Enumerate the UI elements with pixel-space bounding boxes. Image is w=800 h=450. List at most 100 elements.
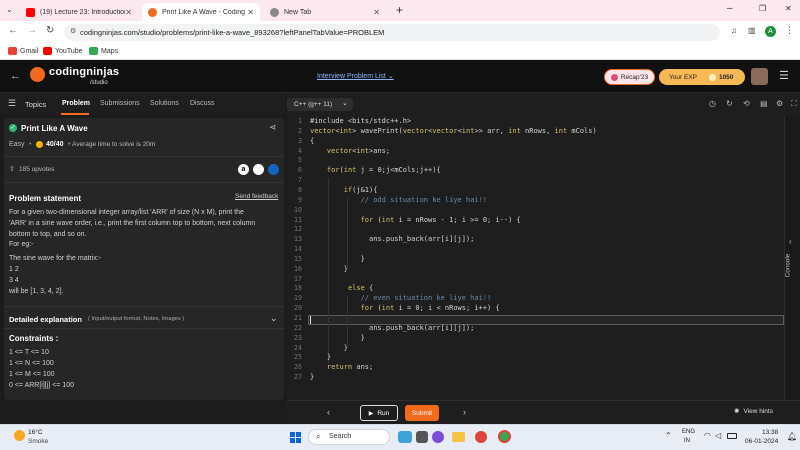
run-button[interactable]: ▶ Run [360, 405, 398, 421]
line-number: 25 [294, 353, 302, 362]
minimize-icon[interactable]: – [727, 3, 733, 14]
volume-icon[interactable]: ◁ [715, 431, 721, 440]
language-select[interactable]: C++ (g++ 11) ⌄ [287, 98, 353, 111]
tab-problem[interactable]: Problem [62, 100, 90, 107]
reload-icon[interactable]: ↻ [46, 25, 54, 36]
code-line[interactable]: vector<int> wavePrint(vector<vector<int>… [310, 127, 597, 135]
code-line[interactable]: ans.push_back(arr[i][j]); [310, 324, 474, 332]
code-line[interactable]: #include <bits/stdc++.h> [310, 117, 411, 125]
code-line[interactable]: } [310, 373, 314, 381]
line-number: 5 [298, 156, 302, 165]
recap-button[interactable]: Recap'23 [604, 69, 655, 85]
view-hints-button[interactable]: ✺ View hints [734, 407, 773, 416]
timer-icon[interactable]: ◷ [709, 99, 716, 108]
side-panel-icon[interactable]: ▥ [748, 26, 756, 35]
battery-icon[interactable] [727, 433, 737, 439]
tab-label: (19) Lecture 23: Introduction t [40, 8, 126, 16]
code-line[interactable]: } [310, 353, 331, 361]
browser-tab-youtube[interactable]: (19) Lecture 23: Introduction t ✕ [20, 3, 138, 21]
submit-button[interactable]: Submit [405, 405, 439, 421]
company-icon-2[interactable] [253, 164, 264, 175]
tab-solutions[interactable]: Solutions [150, 100, 179, 107]
console-toggle[interactable]: ‹ Console [784, 117, 800, 400]
notification-bell-icon[interactable]: 🔔︎ [787, 432, 797, 441]
forward-arrow-icon[interactable]: → [27, 25, 37, 36]
file-explorer-icon[interactable] [452, 432, 465, 442]
taskbar-search[interactable]: ⌕ Search [308, 429, 390, 445]
topics-button[interactable]: Topics [25, 100, 46, 109]
code-line[interactable]: for(int j = 0;j<mCols;j++){ [310, 166, 441, 174]
back-arrow-icon[interactable]: ← [10, 70, 21, 82]
matrix-row: 1 2 [9, 266, 19, 273]
wifi-icon[interactable]: ◠ [704, 431, 711, 440]
windows-start-icon[interactable] [290, 432, 301, 443]
topics-menu-icon[interactable]: ☰ [8, 98, 16, 109]
chrome-menu-icon[interactable]: ⋮ [785, 25, 794, 36]
code-line[interactable]: ans.push_back(arr[i][j]); [310, 235, 474, 243]
address-bar[interactable]: ⚙ codingninjas.com/studio/problems/print… [64, 24, 720, 41]
code-line[interactable]: { [310, 137, 314, 145]
fullscreen-icon[interactable]: ⛶ [791, 99, 797, 109]
code-line[interactable]: // even situation ke liye hai!! [310, 294, 492, 302]
upvote-icon[interactable]: ⇧ [9, 165, 15, 173]
profile-avatar[interactable]: A [765, 26, 776, 37]
weather-icon[interactable] [14, 430, 25, 441]
bookmark-maps[interactable]: Maps [89, 47, 118, 55]
chevron-up-icon[interactable]: ⌃ [665, 431, 672, 440]
reset-code-icon[interactable]: ↻ [726, 99, 733, 108]
restore-icon[interactable]: ⟲ [743, 99, 750, 108]
bookmark-youtube[interactable]: YouTube [43, 47, 83, 55]
interview-problem-list-link[interactable]: Interview Problem List ⌄ [317, 72, 394, 80]
code-line[interactable]: else { [310, 284, 373, 292]
taskbar-app-icon[interactable] [416, 431, 428, 443]
settings-gear-icon[interactable]: ⚙ [776, 99, 783, 108]
browser-tab-codingninjas[interactable]: Print Like A Wave - Coding Nin ✕ [142, 3, 260, 21]
detailed-explanation-toggle[interactable]: Detailed explanation ( Input/output form… [4, 307, 284, 327]
share-icon[interactable]: ⋖ [269, 122, 277, 133]
line-number: 11 [294, 215, 302, 224]
close-icon[interactable]: ✕ [373, 8, 380, 17]
code-line[interactable]: for (int i = 0; i < nRows; i++) { [310, 304, 500, 312]
media-control-icon[interactable]: ♫ [731, 26, 737, 35]
send-feedback-link[interactable]: Send feedback [235, 193, 278, 200]
prev-problem-icon[interactable]: ‹ [327, 407, 330, 417]
next-problem-icon[interactable]: › [463, 407, 466, 417]
dot-separator: • [68, 141, 71, 148]
company-icon-amazon[interactable]: a [238, 164, 249, 175]
close-window-icon[interactable]: ✕ [785, 4, 792, 13]
code-line[interactable]: return ans; [310, 363, 373, 371]
language-top[interactable]: ENG [682, 429, 695, 435]
close-icon[interactable]: ✕ [247, 8, 254, 17]
browser-tab-newtab[interactable]: New Tab ✕ [264, 3, 386, 21]
chrome-profile-icon[interactable] [498, 430, 511, 443]
maximize-icon[interactable]: ❐ [759, 4, 766, 13]
code-line[interactable]: // odd situation ke liye hai!! [310, 196, 487, 204]
editor-footer: ‹ ▶ Run Submit › ✺ View hints [287, 400, 800, 424]
close-icon[interactable]: ✕ [125, 8, 132, 17]
clock-time[interactable]: 13:38 [762, 429, 778, 436]
back-arrow-icon[interactable]: ← [8, 25, 18, 36]
code-line[interactable]: } [310, 255, 365, 263]
format-code-icon[interactable]: ▤ [760, 99, 768, 108]
code-line[interactable]: } [310, 334, 365, 342]
codingninjas-logo-icon[interactable] [30, 67, 45, 82]
chrome-icon[interactable] [475, 431, 487, 443]
company-icon-3[interactable] [268, 164, 279, 175]
exp-badge[interactable]: Your EXP 1050 [659, 69, 745, 85]
taskbar-app-icon[interactable] [398, 431, 412, 443]
menu-icon[interactable]: ☰ [779, 69, 789, 82]
logo-main[interactable]: codingninjas [49, 66, 119, 78]
taskbar-app-icon[interactable] [432, 431, 444, 443]
code-line[interactable]: } [310, 265, 348, 273]
tab-search-icon[interactable]: ⌄ [6, 5, 16, 15]
code-line[interactable]: if(j&1){ [310, 186, 378, 194]
tab-submissions[interactable]: Submissions [100, 100, 140, 107]
code-line[interactable]: } [310, 344, 348, 352]
user-avatar[interactable] [751, 68, 768, 85]
site-info-icon[interactable]: ⚙ [70, 27, 76, 35]
new-tab-plus-icon[interactable]: + [396, 3, 403, 17]
bookmark-gmail[interactable]: Gmail [8, 47, 38, 55]
tab-discuss[interactable]: Discuss [190, 100, 215, 107]
code-line[interactable]: vector<int>ans; [310, 147, 390, 155]
code-line[interactable]: for (int i = nRows - 1; i >= 0; i--) { [310, 216, 521, 224]
